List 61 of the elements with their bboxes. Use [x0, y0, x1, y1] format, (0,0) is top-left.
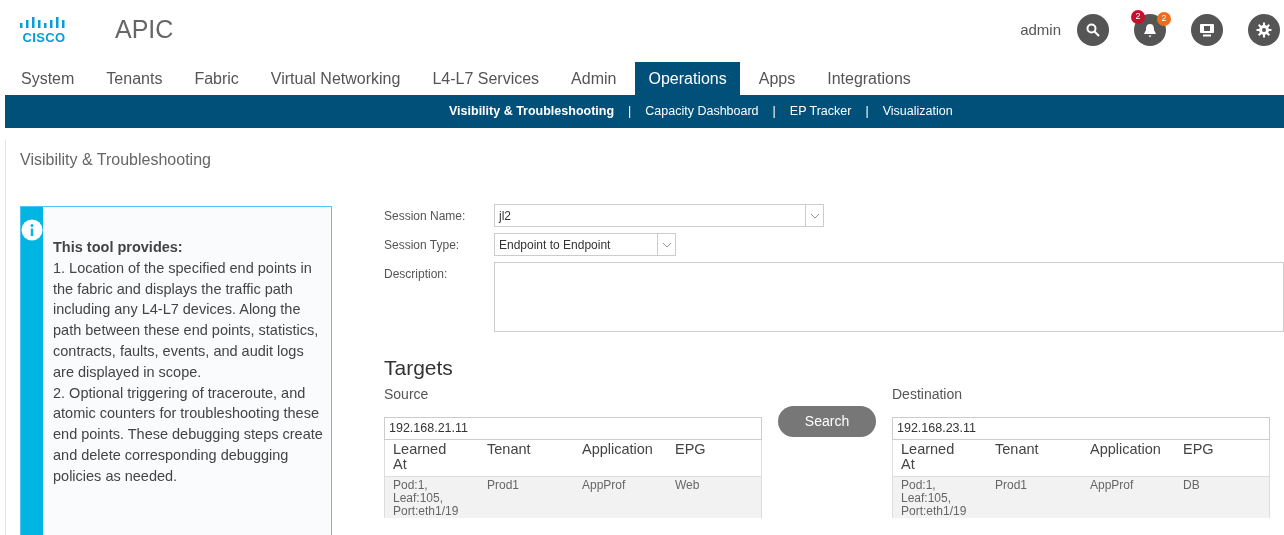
nav-tab[interactable]: Admin [558, 62, 630, 95]
display-button[interactable] [1191, 14, 1223, 46]
chevron-down-icon [661, 241, 672, 248]
subnav-link[interactable]: EP Tracker [789, 102, 852, 121]
field-label: Session Name: [384, 208, 467, 225]
settings-button[interactable] [1248, 14, 1280, 46]
nav-tab[interactable]: Fabric [181, 62, 252, 95]
nav-tab[interactable]: Virtual Networking [257, 62, 414, 95]
description-field[interactable] [494, 262, 1284, 332]
chevron-down-icon [809, 212, 820, 219]
table-cell-text: Web [675, 478, 701, 494]
user-name[interactable]: admin [1020, 18, 1061, 42]
table-cell-text: DB [1183, 478, 1201, 494]
separator: | [772, 103, 776, 121]
nav-tab[interactable]: Tenants [93, 62, 176, 95]
column-header: EPG [1183, 441, 1215, 459]
column-header: Learned At [393, 441, 448, 472]
table-cell-text: Prod1 [995, 478, 1029, 494]
address-field[interactable]: 192.168.21.11 [384, 416, 762, 440]
column-header: Tenant [995, 441, 1040, 459]
separator: | [865, 103, 869, 121]
address-field[interactable]: 192.168.23.11 [892, 416, 1270, 440]
info-text: 1. Location of the specified end points in the fabric and displays the traffic path including any L4-L7 devices. Along the path between these end points, statistics, contracts, faults, events, and audit logs are displayed in scope. 2. Optional triggering of traceroute, and atomic counters for troubleshooting these end points. These debugging steps create and delete corresponding debugging policies as needed. [53, 258, 323, 486]
dropdown[interactable]: jl2 [494, 204, 824, 227]
page-title: Visibility & Troubleshooting [19, 150, 212, 170]
section-label: Source [384, 384, 430, 404]
table-cell-text: Prod1 [487, 478, 521, 494]
targets-heading: Targets [384, 355, 454, 381]
table-cell-text: Pod:1, Leaf:105, Port:eth1/19 [393, 478, 460, 518]
app-title: APIC [115, 14, 174, 46]
settings-icon [1256, 22, 1272, 38]
separator: | [628, 103, 632, 121]
subnav-link[interactable]: Visualization [882, 102, 953, 121]
bell-icon [1143, 22, 1157, 38]
search-icon [1086, 23, 1100, 37]
column-header: Tenant [487, 441, 532, 459]
section-label: Destination [892, 384, 964, 404]
column-header: Learned At [901, 441, 956, 472]
search-button[interactable] [1077, 14, 1109, 46]
field-label: Description: [384, 266, 449, 283]
column-header: Application [582, 441, 654, 459]
nav-tab[interactable]: Integrations [814, 62, 924, 95]
nav-tab[interactable]: L4-L7 Services [419, 62, 553, 95]
column-header: EPG [675, 441, 707, 459]
column-header: Application [1090, 441, 1162, 459]
nav-tab[interactable]: System [8, 62, 88, 95]
field-label: Session Type: [384, 237, 461, 254]
dropdown[interactable]: Endpoint to Endpoint [494, 233, 676, 256]
notification-badge: 2 [1131, 10, 1145, 24]
table-cell-text: AppProf [582, 478, 627, 494]
subnav-link[interactable]: Capacity Dashboard [645, 102, 759, 121]
nav-tab[interactable]: Operations [635, 62, 740, 95]
notification-badge: 2 [1157, 12, 1171, 26]
subnav-link[interactable]: Visibility & Troubleshooting [449, 102, 615, 121]
search-button[interactable]: Search [778, 405, 876, 437]
info-title: This tool provides: [53, 238, 184, 257]
table-cell-text: Pod:1, Leaf:105, Port:eth1/19 [901, 478, 968, 518]
table-cell-text: AppProf [1090, 478, 1135, 494]
nav-tab[interactable]: Apps [745, 62, 809, 95]
logo-text: CISCO [22, 30, 66, 44]
monitor-icon [1199, 23, 1215, 37]
